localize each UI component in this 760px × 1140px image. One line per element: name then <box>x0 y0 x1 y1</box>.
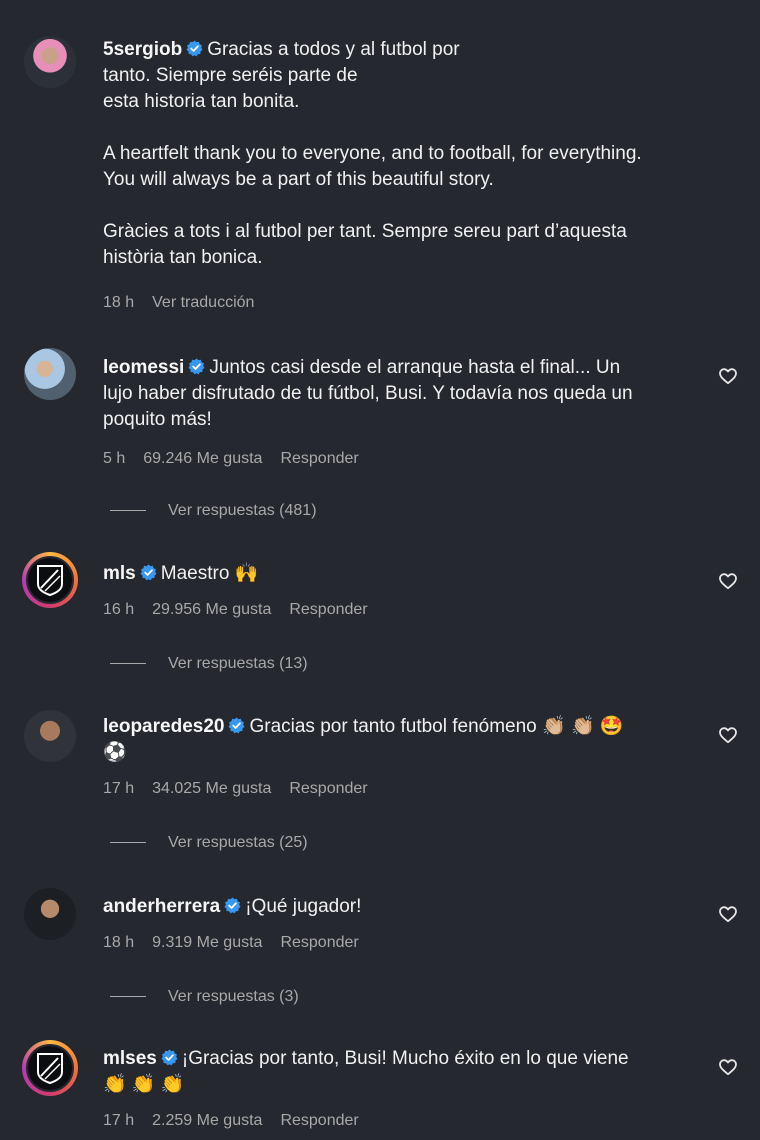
view-replies-label: Ver respuestas (481) <box>168 502 317 519</box>
comment-text: anderherrera ¡Qué jugador! <box>103 894 713 920</box>
verified-badge-icon <box>228 717 246 734</box>
comment-line: lujo haber disfrutado de tu fútbol, Busi… <box>103 383 633 404</box>
comment-text: leomessi Juntos casi desde el arranque ha… <box>103 355 713 433</box>
timestamp: 17 h <box>103 1112 135 1129</box>
comment-meta: 17 h 2.259 Me gusta Responder <box>103 1112 377 1130</box>
avatar[interactable] <box>24 36 76 88</box>
comment-line: You will always be a part of this beauti… <box>103 169 494 190</box>
comment-text: mlses ¡Gracias por tanto, Busi! Mucho éxi… <box>103 1046 713 1098</box>
mls-logo-icon <box>37 1053 63 1084</box>
comment-line: ⚽ <box>103 742 127 763</box>
avatar[interactable] <box>24 710 76 762</box>
verified-badge-icon <box>160 1049 178 1066</box>
divider <box>110 842 146 844</box>
reply-button[interactable]: Responder <box>289 601 367 618</box>
comment-line: poquito más! <box>103 409 212 430</box>
comment-line: esta historia tan bonita. <box>103 91 300 112</box>
username[interactable]: leoparedes20 <box>103 716 224 737</box>
username[interactable]: mlses <box>103 1048 157 1069</box>
like-count[interactable]: 34.025 Me gusta <box>152 780 271 797</box>
heart-outline-icon[interactable] <box>718 725 738 745</box>
comment-line: Juntos casi desde el arranque hasta el f… <box>209 357 621 378</box>
comment-text: mls Maestro 🙌 <box>103 561 713 587</box>
mls-logo-icon <box>37 565 63 596</box>
like-count[interactable]: 2.259 Me gusta <box>152 1112 262 1129</box>
comment-line: història tan bonica. <box>103 247 263 268</box>
username[interactable]: mls <box>103 563 136 584</box>
comment-text: leoparedes20 Gracias por tanto futbol fen… <box>103 714 713 766</box>
view-replies-button[interactable]: Ver respuestas (3) <box>110 988 299 1006</box>
timestamp: 18 h <box>103 934 135 951</box>
reply-button[interactable]: Responder <box>289 780 367 797</box>
comment-text: 5sergiob Gracias a todos y al futbol por … <box>103 37 713 271</box>
username[interactable]: anderherrera <box>103 896 220 917</box>
avatar[interactable] <box>22 552 78 608</box>
heart-outline-icon[interactable] <box>718 1057 738 1077</box>
comment-line: tanto. Siempre seréis parte de <box>103 65 358 86</box>
heart-outline-icon[interactable] <box>718 571 738 591</box>
like-count[interactable]: 9.319 Me gusta <box>152 934 262 951</box>
timestamp: 18 h <box>103 294 135 311</box>
reply-button[interactable]: Responder <box>280 934 358 951</box>
view-replies-button[interactable]: Ver respuestas (481) <box>110 502 317 520</box>
timestamp: 17 h <box>103 780 135 797</box>
divider <box>110 510 146 512</box>
comment-line: 👏 👏 👏 <box>103 1074 185 1095</box>
comment-meta: 5 h 69.246 Me gusta Responder <box>103 450 377 468</box>
comment-line: ¡Gracias por tanto, Busi! Mucho éxito en… <box>181 1048 629 1069</box>
verified-badge-icon <box>139 564 157 581</box>
view-replies-button[interactable]: Ver respuestas (25) <box>110 834 308 852</box>
comment-line: Gracias a todos y al futbol por <box>207 39 460 60</box>
verified-badge-icon <box>224 897 242 914</box>
comment-line: A heartfelt thank you to everyone, and t… <box>103 143 642 164</box>
translate-link[interactable]: Ver traducción <box>152 294 254 311</box>
comment-meta: 17 h 34.025 Me gusta Responder <box>103 780 386 798</box>
heart-outline-icon[interactable] <box>718 366 738 386</box>
comment-line: Maestro 🙌 <box>160 563 259 584</box>
comment-meta: 18 h 9.319 Me gusta Responder <box>103 934 377 952</box>
avatar[interactable] <box>24 888 76 940</box>
like-count[interactable]: 69.246 Me gusta <box>143 450 262 467</box>
view-replies-label: Ver respuestas (25) <box>168 834 308 851</box>
avatar[interactable] <box>22 1040 78 1096</box>
avatar[interactable] <box>24 348 76 400</box>
divider <box>110 996 146 998</box>
heart-outline-icon[interactable] <box>718 904 738 924</box>
timestamp: 16 h <box>103 601 135 618</box>
view-replies-label: Ver respuestas (3) <box>168 988 299 1005</box>
like-count[interactable]: 29.956 Me gusta <box>152 601 271 618</box>
comment-meta: 16 h 29.956 Me gusta Responder <box>103 601 386 619</box>
comment-line: Gràcies a tots i al futbol per tant. Sem… <box>103 221 627 242</box>
comment-meta: 18 h Ver traducción <box>103 294 272 312</box>
timestamp: 5 h <box>103 450 126 467</box>
comment-line: Gracias por tanto futbol fenómeno 👏🏼 👏🏼 … <box>249 716 624 737</box>
reply-button[interactable]: Responder <box>280 450 358 467</box>
username[interactable]: 5sergiob <box>103 39 182 60</box>
view-replies-button[interactable]: Ver respuestas (13) <box>110 655 308 673</box>
reply-button[interactable]: Responder <box>280 1112 358 1129</box>
view-replies-label: Ver respuestas (13) <box>168 655 308 672</box>
username[interactable]: leomessi <box>103 357 184 378</box>
divider <box>110 663 146 665</box>
verified-badge-icon <box>188 358 206 375</box>
comment-line: ¡Qué jugador! <box>245 896 362 917</box>
verified-badge-icon <box>186 40 204 57</box>
